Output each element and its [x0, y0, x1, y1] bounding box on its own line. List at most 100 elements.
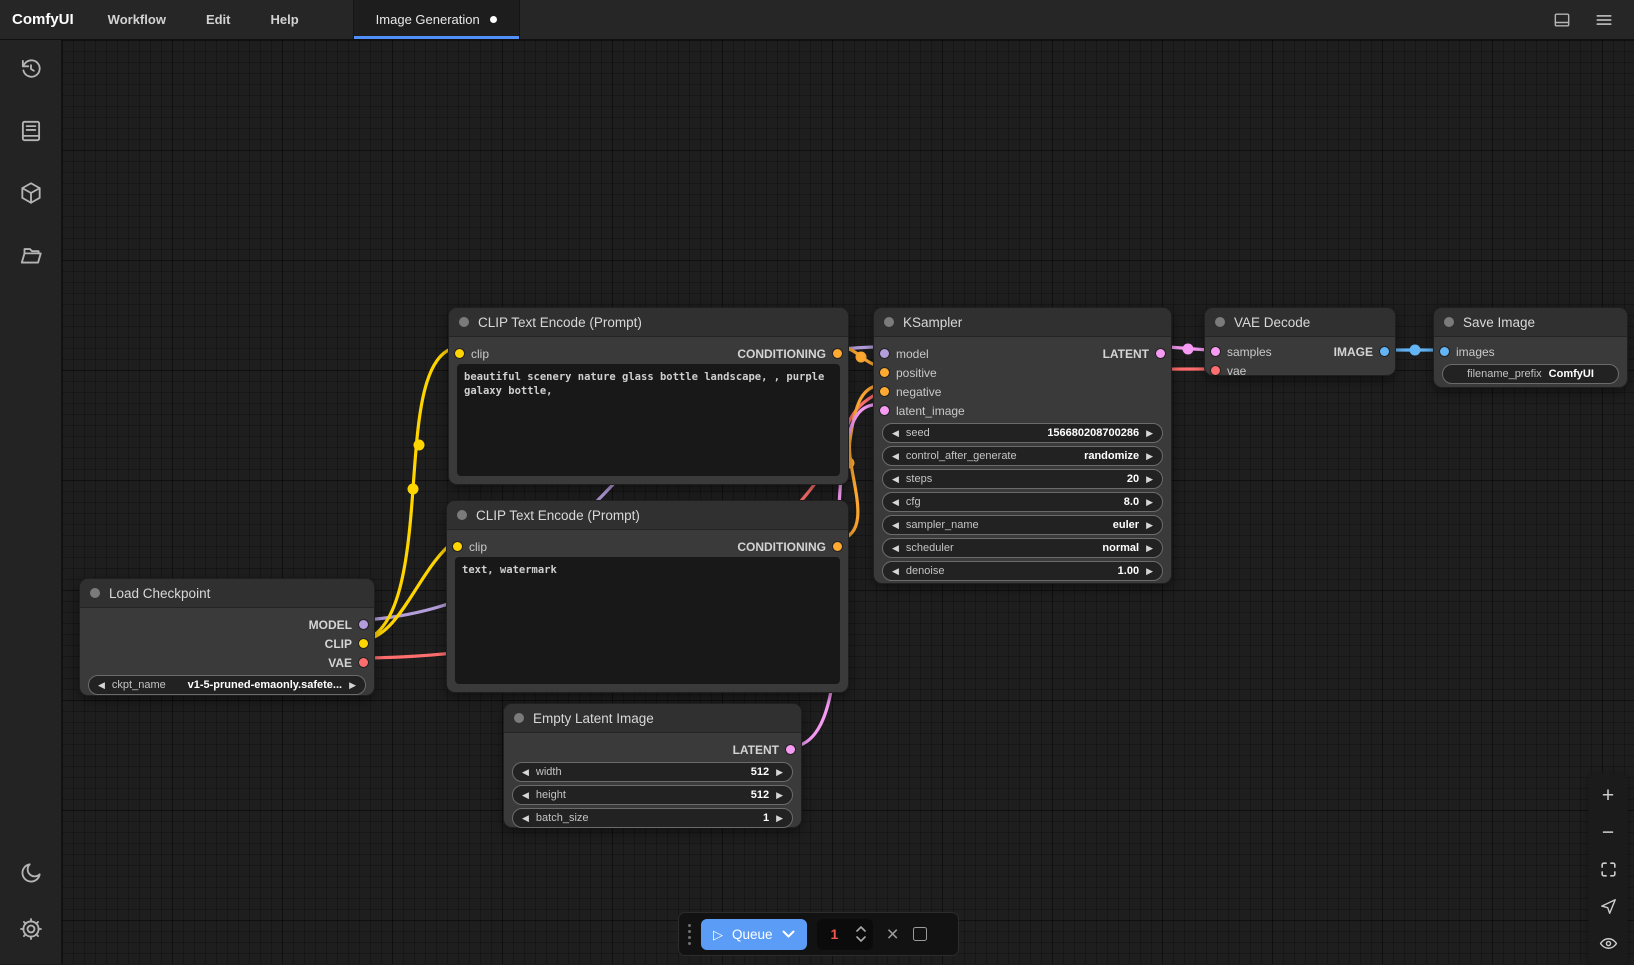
- collapse-dot[interactable]: [459, 317, 469, 327]
- node-title-bar[interactable]: CLIP Text Encode (Prompt): [447, 501, 848, 530]
- widget-denoise[interactable]: ◀ denoise 1.00 ▶: [882, 561, 1163, 581]
- node-title-bar[interactable]: CLIP Text Encode (Prompt): [449, 308, 848, 337]
- menu-workflow[interactable]: Workflow: [88, 0, 186, 39]
- widget-ckpt-name[interactable]: ◀ ckpt_name v1-5-pruned-emaonly.safete..…: [88, 675, 366, 695]
- link-midpoint-dot[interactable]: [1410, 345, 1421, 356]
- zoom-out-icon[interactable]: −: [1598, 822, 1618, 842]
- menu-edit[interactable]: Edit: [186, 0, 251, 39]
- widget-steps[interactable]: ◀ steps 20 ▶: [882, 469, 1163, 489]
- widget-cfg[interactable]: ◀ cfg 8.0 ▶: [882, 492, 1163, 512]
- prev-arrow-icon[interactable]: ◀: [892, 429, 899, 438]
- node-library-icon[interactable]: [18, 118, 44, 144]
- node-title-bar[interactable]: Load Checkpoint: [80, 579, 374, 608]
- input-dot-clip[interactable]: [453, 542, 462, 551]
- step-down-icon[interactable]: [856, 936, 866, 942]
- node-title-bar[interactable]: KSampler: [874, 308, 1171, 337]
- link-midpoint-dot[interactable]: [856, 352, 867, 363]
- input-dot-latent-image[interactable]: [880, 406, 889, 415]
- node-title-bar[interactable]: VAE Decode: [1205, 308, 1395, 337]
- drag-handle[interactable]: [687, 924, 691, 945]
- link-midpoint-dot[interactable]: [408, 484, 419, 495]
- prev-arrow-icon[interactable]: ◀: [522, 791, 529, 800]
- batch-count-input[interactable]: 1: [817, 919, 873, 950]
- output-dot-conditioning[interactable]: [833, 349, 842, 358]
- input-dot-positive[interactable]: [880, 368, 889, 377]
- widget-seed[interactable]: ◀ seed 156680208700286 ▶: [882, 423, 1163, 443]
- next-arrow-icon[interactable]: ▶: [1146, 544, 1153, 553]
- theme-toggle-icon[interactable]: [18, 860, 44, 886]
- widget-width[interactable]: ◀ width 512 ▶: [512, 762, 793, 782]
- prev-arrow-icon[interactable]: ◀: [892, 475, 899, 484]
- node-empty-latent-image[interactable]: Empty Latent Image LATENT ◀ width 512 ▶ …: [503, 703, 802, 828]
- prev-arrow-icon[interactable]: ◀: [892, 521, 899, 530]
- prev-arrow-icon[interactable]: ◀: [892, 452, 899, 461]
- node-vae-decode[interactable]: VAE Decode samples IMAGE vae: [1204, 307, 1396, 376]
- next-arrow-icon[interactable]: ▶: [1146, 475, 1153, 484]
- next-arrow-icon[interactable]: ▶: [776, 791, 783, 800]
- output-dot-latent[interactable]: [786, 745, 795, 754]
- tab-image-generation[interactable]: Image Generation: [353, 0, 520, 39]
- workflows-folder-icon[interactable]: [18, 242, 44, 268]
- input-dot-samples[interactable]: [1211, 347, 1220, 356]
- input-dot-model[interactable]: [880, 349, 889, 358]
- node-clip-text-encode-negative[interactable]: CLIP Text Encode (Prompt) clip CONDITION…: [446, 500, 849, 693]
- select-mode-icon[interactable]: [1598, 896, 1618, 916]
- widget-filename-prefix[interactable]: filename_prefix ComfyUI: [1442, 364, 1619, 384]
- output-dot-clip[interactable]: [359, 639, 368, 648]
- zoom-in-icon[interactable]: +: [1598, 785, 1618, 805]
- prompt-textarea[interactable]: text, watermark: [455, 557, 840, 684]
- widget-height[interactable]: ◀ height 512 ▶: [512, 785, 793, 805]
- prev-arrow-icon[interactable]: ◀: [98, 681, 105, 690]
- node-title-bar[interactable]: Empty Latent Image: [504, 704, 801, 733]
- input-dot-images[interactable]: [1440, 347, 1449, 356]
- output-dot-latent[interactable]: [1156, 349, 1165, 358]
- bottom-panel-icon[interactable]: [1552, 10, 1572, 30]
- widget-sampler-name[interactable]: ◀ sampler_name euler ▶: [882, 515, 1163, 535]
- fit-view-icon[interactable]: [1598, 859, 1618, 879]
- prev-arrow-icon[interactable]: ◀: [522, 814, 529, 823]
- prev-arrow-icon[interactable]: ◀: [892, 567, 899, 576]
- clear-queue-icon[interactable]: ×: [883, 924, 903, 945]
- chevron-down-icon[interactable]: [782, 930, 795, 938]
- next-arrow-icon[interactable]: ▶: [349, 681, 356, 690]
- queue-button[interactable]: ▷ Queue: [701, 919, 807, 950]
- output-dot-conditioning[interactable]: [833, 542, 842, 551]
- node-load-checkpoint[interactable]: Load Checkpoint MODEL CLIP VAE ◀ ckpt_na…: [79, 578, 375, 696]
- output-dot-model[interactable]: [359, 620, 368, 629]
- output-dot-vae[interactable]: [359, 658, 368, 667]
- output-dot-image[interactable]: [1380, 347, 1389, 356]
- workflow-history-icon[interactable]: [18, 56, 44, 82]
- node-title-bar[interactable]: Save Image: [1434, 308, 1627, 337]
- model-library-icon[interactable]: [18, 180, 44, 206]
- link-midpoint-dot[interactable]: [1183, 344, 1194, 355]
- collapse-dot[interactable]: [90, 588, 100, 598]
- menu-help[interactable]: Help: [251, 0, 319, 39]
- next-arrow-icon[interactable]: ▶: [1146, 498, 1153, 507]
- menu-icon[interactable]: [1594, 10, 1614, 30]
- prompt-textarea[interactable]: beautiful scenery nature glass bottle la…: [457, 364, 840, 476]
- step-up-icon[interactable]: [856, 926, 866, 932]
- settings-icon[interactable]: [18, 916, 44, 942]
- collapse-dot[interactable]: [457, 510, 467, 520]
- prev-arrow-icon[interactable]: ◀: [892, 544, 899, 553]
- collapse-dot[interactable]: [1444, 317, 1454, 327]
- stop-icon[interactable]: [913, 927, 927, 941]
- widget-batch-size[interactable]: ◀ batch_size 1 ▶: [512, 808, 793, 828]
- next-arrow-icon[interactable]: ▶: [776, 814, 783, 823]
- node-ksampler[interactable]: KSampler model LATENT positive negative …: [873, 307, 1172, 584]
- collapse-dot[interactable]: [1215, 317, 1225, 327]
- next-arrow-icon[interactable]: ▶: [1146, 521, 1153, 530]
- next-arrow-icon[interactable]: ▶: [1146, 429, 1153, 438]
- next-arrow-icon[interactable]: ▶: [1146, 567, 1153, 576]
- node-clip-text-encode-positive[interactable]: CLIP Text Encode (Prompt) clip CONDITION…: [448, 307, 849, 485]
- collapse-dot[interactable]: [884, 317, 894, 327]
- input-dot-clip[interactable]: [455, 349, 464, 358]
- link-midpoint-dot[interactable]: [414, 440, 425, 451]
- toggle-link-visibility-icon[interactable]: [1598, 933, 1618, 953]
- next-arrow-icon[interactable]: ▶: [1146, 452, 1153, 461]
- collapse-dot[interactable]: [514, 713, 524, 723]
- widget-control-after-generate[interactable]: ◀ control_after_generate randomize ▶: [882, 446, 1163, 466]
- node-save-image[interactable]: Save Image images filename_prefix ComfyU…: [1433, 307, 1628, 388]
- widget-scheduler[interactable]: ◀ scheduler normal ▶: [882, 538, 1163, 558]
- prev-arrow-icon[interactable]: ◀: [522, 768, 529, 777]
